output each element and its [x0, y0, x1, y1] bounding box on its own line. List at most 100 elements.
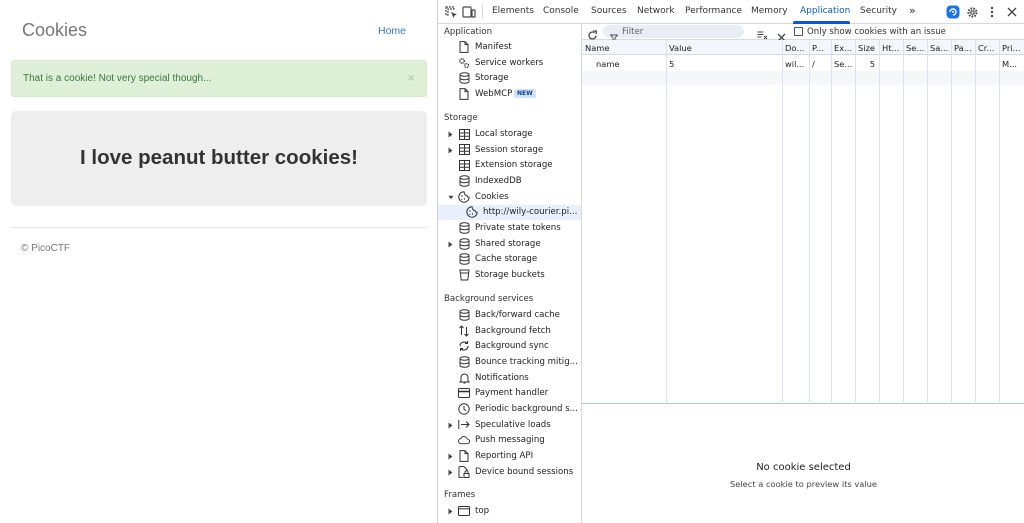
application-sidebar: Application Manifest Service workers Storag…	[438, 24, 582, 523]
cookie-icon	[466, 206, 478, 218]
sidebar-item-back-forward-cache[interactable]: Back/forward cache	[438, 308, 581, 323]
column-divider	[951, 40, 952, 404]
column-divider	[666, 40, 667, 404]
more-tabs-button[interactable]: »	[909, 4, 916, 17]
card-icon	[458, 387, 470, 399]
column-divider	[903, 40, 904, 404]
collapsed-arrow-icon[interactable]	[448, 146, 454, 155]
only-issue-label: Only show cookies with an issue	[807, 26, 946, 37]
cookies-toolbar: Only show cookies with an issue	[582, 24, 1024, 42]
more-options-icon[interactable]	[984, 4, 1000, 20]
column-divider	[927, 40, 928, 404]
section-title-application: Application	[444, 27, 493, 37]
sidebar-item-background-fetch[interactable]: Background fetch	[438, 324, 581, 339]
clock-icon	[458, 403, 470, 415]
settings-gear-icon[interactable]	[964, 4, 980, 20]
no-cookie-subtitle: Select a cookie to preview its value	[729, 479, 877, 489]
home-link[interactable]: Home	[378, 25, 406, 37]
sidebar-item-label: Cache storage	[475, 254, 538, 265]
collapsed-arrow-icon[interactable]	[448, 240, 454, 249]
filter-input[interactable]	[622, 25, 740, 38]
tab-console[interactable]: Console	[543, 6, 579, 16]
bell-icon	[458, 372, 470, 384]
sidebar-item-label: Session storage	[475, 144, 544, 155]
sidebar-item-extension-storage[interactable]: Extension storage	[438, 158, 581, 173]
jumbotron-heading: I love peanut butter cookies!	[80, 146, 358, 169]
only-issue-checkbox[interactable]: Only show cookies with an issue	[794, 25, 946, 38]
inspect-element-icon[interactable]	[443, 4, 459, 20]
sidebar-item-http-wily-courier-pi[interactable]: http://wily-courier.pi...	[438, 205, 581, 221]
expanded-arrow-icon[interactable]	[448, 193, 454, 202]
collapsed-arrow-icon[interactable]	[448, 468, 454, 477]
column-divider	[782, 40, 783, 404]
database-icon	[458, 72, 470, 85]
column-divider	[855, 40, 856, 404]
cookie-icon	[458, 190, 470, 203]
column-divider	[975, 40, 976, 404]
tab-memory[interactable]: Memory	[751, 6, 788, 16]
collapsed-arrow-icon[interactable]	[448, 130, 454, 139]
sidebar-item-manifest[interactable]: Manifest	[438, 40, 581, 55]
sidebar-item-label: Storage	[475, 73, 509, 84]
sidebar-item-label: Background sync	[475, 341, 549, 352]
sidebar-item-storage[interactable]: Storage	[438, 71, 581, 86]
gears-icon	[458, 57, 470, 69]
device-toolbar-icon[interactable]	[461, 4, 477, 20]
sidebar-item-label: IndexedDB	[475, 175, 522, 186]
close-devtools-icon[interactable]	[1004, 4, 1020, 20]
web-page: Cookies Home That is a cookie! Not very …	[0, 0, 437, 523]
sidebar-item-shared-storage[interactable]: Shared storage	[438, 237, 581, 252]
sidebar-item-local-storage[interactable]: Local storage	[438, 127, 581, 142]
cookies-view: Only show cookies with an issue NameValu…	[582, 24, 1024, 523]
sidebar-item-webmcp[interactable]: WebMCP NEW	[438, 87, 581, 102]
bucket-icon	[458, 269, 470, 281]
sidebar-item-periodic-background-s[interactable]: Periodic background s...	[438, 402, 581, 417]
no-cookie-title: No cookie selected	[756, 462, 851, 473]
tab-elements[interactable]: Elements	[492, 6, 534, 16]
sidebar-item-storage-buckets[interactable]: Storage buckets	[438, 268, 581, 283]
file-icon	[458, 449, 470, 462]
table-row[interactable]: name 5 wil... / Se... 5 M...	[582, 40, 1024, 70]
lock-file-icon	[458, 465, 470, 478]
database-icon	[458, 222, 470, 234]
sidebar-item-reporting-api[interactable]: Reporting API	[438, 449, 581, 464]
database-icon	[458, 237, 470, 250]
sidebar-item-indexeddb[interactable]: IndexedDB	[438, 174, 581, 189]
sidebar-item-service-workers[interactable]: Service workers	[438, 56, 581, 71]
collapsed-arrow-icon[interactable]	[448, 421, 454, 430]
collapsed-arrow-icon[interactable]	[448, 507, 454, 516]
sidebar-item-cache-storage[interactable]: Cache storage	[438, 252, 581, 267]
table-cell: name	[596, 59, 620, 69]
tab-performance[interactable]: Performance	[685, 6, 742, 16]
table-icon	[458, 144, 470, 156]
tab-security[interactable]: Security	[860, 6, 897, 16]
checkbox-box[interactable]	[794, 27, 803, 36]
sidebar-item-bounce-tracking-mitig[interactable]: Bounce tracking mitig...	[438, 355, 581, 370]
tab-application[interactable]: Application	[800, 6, 850, 16]
jumbotron: I love peanut butter cookies!	[11, 111, 427, 206]
devtools-tab-bar: Elements Console Sources Network Perform…	[438, 0, 1024, 24]
collapsed-arrow-icon[interactable]	[448, 452, 454, 461]
new-badge: NEW	[514, 88, 536, 98]
sidebar-item-label: Local storage	[475, 129, 533, 139]
tab-sources[interactable]: Sources	[591, 6, 627, 16]
sidebar-item-label: Push messaging	[475, 435, 545, 446]
sidebar-item-background-sync[interactable]: Background sync	[438, 339, 581, 354]
sidebar-item-private-state-tokens[interactable]: Private state tokens	[438, 221, 581, 236]
alert-close-button[interactable]: ×	[407, 70, 415, 85]
sidebar-item-cookies[interactable]: Cookies	[438, 190, 581, 205]
table-icon	[458, 128, 470, 140]
sidebar-item-label: Periodic background s...	[475, 403, 578, 414]
tab-network[interactable]: Network	[637, 6, 675, 16]
sidebar-item-label: Back/forward cache	[475, 310, 560, 320]
sidebar-item-notifications[interactable]: Notifications	[438, 371, 581, 386]
sidebar-item-push-messaging[interactable]: Push messaging	[438, 433, 581, 448]
sidebar-item-speculative-loads[interactable]: Speculative loads	[438, 418, 581, 433]
ai-assistance-icon[interactable]	[945, 4, 961, 20]
sidebar-item-session-storage[interactable]: Session storage	[438, 143, 581, 158]
frame-icon	[458, 505, 470, 517]
sidebar-item-label: Reporting API	[475, 450, 534, 461]
sidebar-item-top[interactable]: top	[438, 504, 581, 519]
sidebar-item-payment-handler[interactable]: Payment handler	[438, 386, 581, 401]
sidebar-item-device-bound-sessions[interactable]: Device bound sessions	[438, 465, 581, 480]
